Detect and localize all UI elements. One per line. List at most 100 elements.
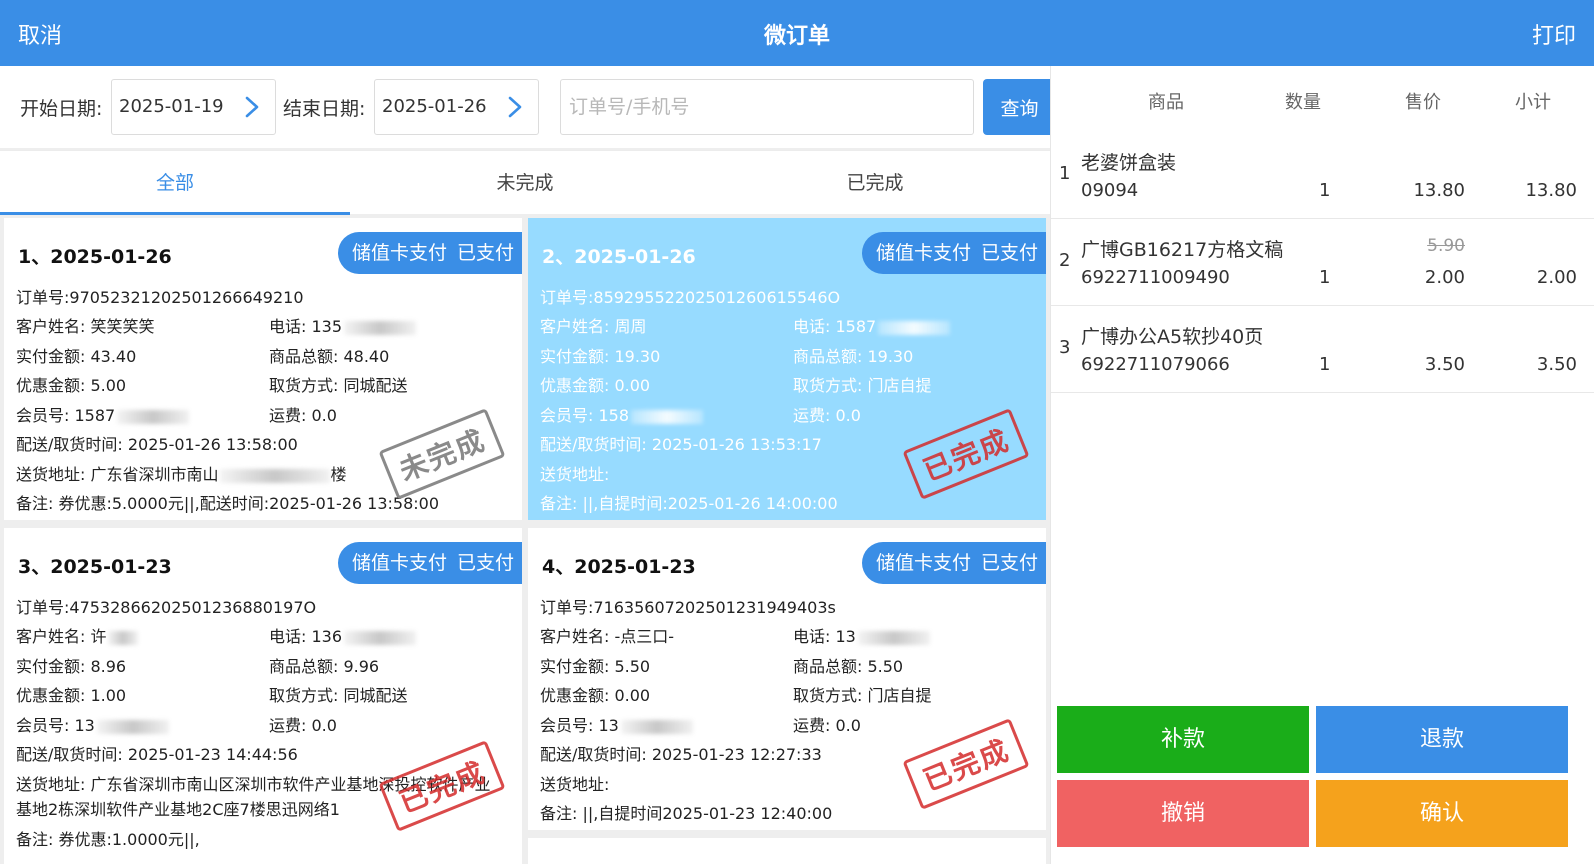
goods-total: 商品总额: 19.30 xyxy=(793,347,914,366)
order-card[interactable] xyxy=(528,838,1046,864)
member-number: 会员号: 158 xyxy=(540,402,704,426)
end-date-picker[interactable]: 2025-01-26 xyxy=(374,79,539,135)
customer-phone: 电话: 136 xyxy=(269,623,417,647)
shipping-fee: 运费: 0.0 xyxy=(269,406,337,425)
payment-method: 储值卡支付 xyxy=(351,552,447,574)
order-note: 备注: 券优惠:5.0000元||,配送时间:2025-01-26 13:58:… xyxy=(16,494,440,513)
query-button[interactable]: 查询 xyxy=(983,79,1056,135)
product-qty: 1 xyxy=(1319,267,1331,288)
product-name: 广博办公A5软抄40页 xyxy=(1081,326,1264,348)
order-number: 订单号:47532866202501236880197O xyxy=(16,598,317,617)
paid-amount: 实付金额: 5.50 xyxy=(540,657,651,676)
redacted-blur xyxy=(344,630,417,645)
app-header: 取消 微订单 打印 xyxy=(0,0,1594,66)
table-row[interactable]: 3 广博办公A5软抄40页 6922711079066 1 3.50 3.50 xyxy=(1051,306,1594,393)
order-number: 订单号:85929552202501260615546O xyxy=(540,288,841,307)
delivery-address: 送货地址: 广东省深圳市南山楼 xyxy=(16,465,347,484)
customer-name: 客户姓名: 周周 xyxy=(540,317,647,336)
status-stamp: 已完成 xyxy=(378,740,506,832)
customer-phone: 电话: 1587 xyxy=(793,313,951,337)
end-date-label: 结束日期: xyxy=(283,98,366,120)
product-qty: 1 xyxy=(1319,354,1331,375)
payment-badge: 储值卡支付 已支付 xyxy=(861,232,1046,274)
filter-bar: 开始日期: 2025-01-19 结束日期: 2025-01-26 查询 xyxy=(0,66,1056,148)
payment-method: 储值卡支付 xyxy=(875,552,971,574)
redacted-blur xyxy=(96,719,169,734)
payment-method: 储值卡支付 xyxy=(351,242,447,264)
status-tabs: 全部 未完成 已完成 xyxy=(0,150,1050,215)
member-number: 会员号: 1587 xyxy=(16,402,190,426)
goods-total: 商品总额: 48.40 xyxy=(269,347,390,366)
product-subtotal: 2.00 xyxy=(1536,267,1577,288)
table-row[interactable]: 1 老婆饼盒装 09094 1 13.80 13.80 xyxy=(1051,132,1594,219)
product-price: 2.00 xyxy=(1424,267,1465,288)
member-number: 会员号: 13 xyxy=(16,712,169,736)
redacted-blur xyxy=(857,630,930,645)
pickup-method: 取货方式: 同城配送 xyxy=(269,376,408,395)
delivery-time: 配送/取货时间: 2025-01-26 13:53:17 xyxy=(540,435,822,454)
order-number: 订单号:71635607202501231949403s xyxy=(540,598,836,617)
shipping-fee: 运费: 0.0 xyxy=(269,716,337,735)
revoke-button[interactable]: 撤销 xyxy=(1057,780,1309,847)
goods-total: 商品总额: 9.96 xyxy=(269,657,380,676)
tab-all[interactable]: 全部 xyxy=(0,151,350,215)
product-code: 6922711009490 xyxy=(1081,267,1230,288)
redacted-blur xyxy=(117,409,190,424)
payment-badge: 储值卡支付 已支付 xyxy=(861,542,1046,584)
supplement-payment-button[interactable]: 补款 xyxy=(1057,706,1309,773)
cancel-button[interactable]: 取消 xyxy=(18,18,62,50)
order-header: 2、2025-01-26 xyxy=(542,246,696,268)
discount-amount: 优惠金额: 0.00 xyxy=(540,376,651,395)
tab-incomplete[interactable]: 未完成 xyxy=(350,151,700,215)
pickup-method: 取货方式: 同城配送 xyxy=(269,686,408,705)
order-card[interactable]: 3、2025-01-23 储值卡支付 已支付 订单号:47532866202501… xyxy=(4,528,522,864)
confirm-button[interactable]: 确认 xyxy=(1316,780,1568,847)
end-date-value: 2025-01-26 xyxy=(382,96,487,117)
payment-status: 已支付 xyxy=(980,242,1038,264)
product-price: 3.50 xyxy=(1424,354,1465,375)
order-number: 订单号:97052321202501266649210 xyxy=(16,288,304,307)
product-qty: 1 xyxy=(1319,180,1331,201)
product-code: 6922711079066 xyxy=(1081,354,1230,375)
row-index: 3 xyxy=(1059,337,1071,358)
member-number: 会员号: 13 xyxy=(540,712,693,736)
order-card[interactable]: 1、2025-01-26 储值卡支付 已支付 订单号:97052321202501… xyxy=(4,218,522,520)
tab-completed[interactable]: 已完成 xyxy=(700,151,1050,215)
start-date-picker[interactable]: 2025-01-19 xyxy=(111,79,276,135)
payment-badge: 储值卡支付 已支付 xyxy=(337,232,522,274)
refund-button[interactable]: 退款 xyxy=(1316,706,1568,773)
chevron-right-icon xyxy=(508,96,522,118)
payment-status: 已支付 xyxy=(980,552,1038,574)
discount-amount: 优惠金额: 0.00 xyxy=(540,686,651,705)
status-stamp: 已完成 xyxy=(902,718,1030,810)
search-input[interactable] xyxy=(560,79,974,135)
product-name: 广博GB16217方格文稿 xyxy=(1081,239,1284,261)
print-button[interactable]: 打印 xyxy=(1532,18,1576,50)
shipping-fee: 运费: 0.0 xyxy=(793,716,861,735)
delivery-time: 配送/取货时间: 2025-01-26 13:58:00 xyxy=(16,435,298,454)
pickup-method: 取货方式: 门店自提 xyxy=(793,686,932,705)
redacted-blur xyxy=(108,630,139,645)
order-note: 备注: ||,自提时间2025-01-23 12:40:00 xyxy=(540,804,833,823)
order-card[interactable]: 2、2025-01-26 储值卡支付 已支付 订单号:85929552202501… xyxy=(528,218,1046,520)
order-card[interactable]: 4、2025-01-23 储值卡支付 已支付 订单号:71635607202501… xyxy=(528,528,1046,830)
customer-name: 客户姓名: 笑笑笑笑 xyxy=(16,317,155,336)
original-price: 5.90 xyxy=(1427,236,1465,256)
payment-status: 已支付 xyxy=(456,552,514,574)
product-subtotal: 3.50 xyxy=(1536,354,1577,375)
start-date-label: 开始日期: xyxy=(20,98,103,120)
delivery-address: 送货地址: xyxy=(540,775,610,794)
order-detail-panel: 商品 数量 售价 小计 1 老婆饼盒装 09094 1 13.80 13.80 … xyxy=(1050,66,1594,864)
row-index: 1 xyxy=(1059,163,1071,184)
delivery-time: 配送/取货时间: 2025-01-23 14:44:56 xyxy=(16,745,298,764)
table-row[interactable]: 2 广博GB16217方格文稿 5.90 6922711009490 1 2.0… xyxy=(1051,219,1594,306)
discount-amount: 优惠金额: 5.00 xyxy=(16,376,127,395)
payment-badge: 储值卡支付 已支付 xyxy=(337,542,522,584)
order-header: 1、2025-01-26 xyxy=(18,246,172,268)
order-header: 4、2025-01-23 xyxy=(542,556,696,578)
order-grid: 1、2025-01-26 储值卡支付 已支付 订单号:97052321202501… xyxy=(0,214,1050,864)
product-code: 09094 xyxy=(1081,180,1139,201)
product-name: 老婆饼盒装 xyxy=(1081,152,1177,174)
row-index: 2 xyxy=(1059,250,1071,271)
goods-total: 商品总额: 5.50 xyxy=(793,657,904,676)
